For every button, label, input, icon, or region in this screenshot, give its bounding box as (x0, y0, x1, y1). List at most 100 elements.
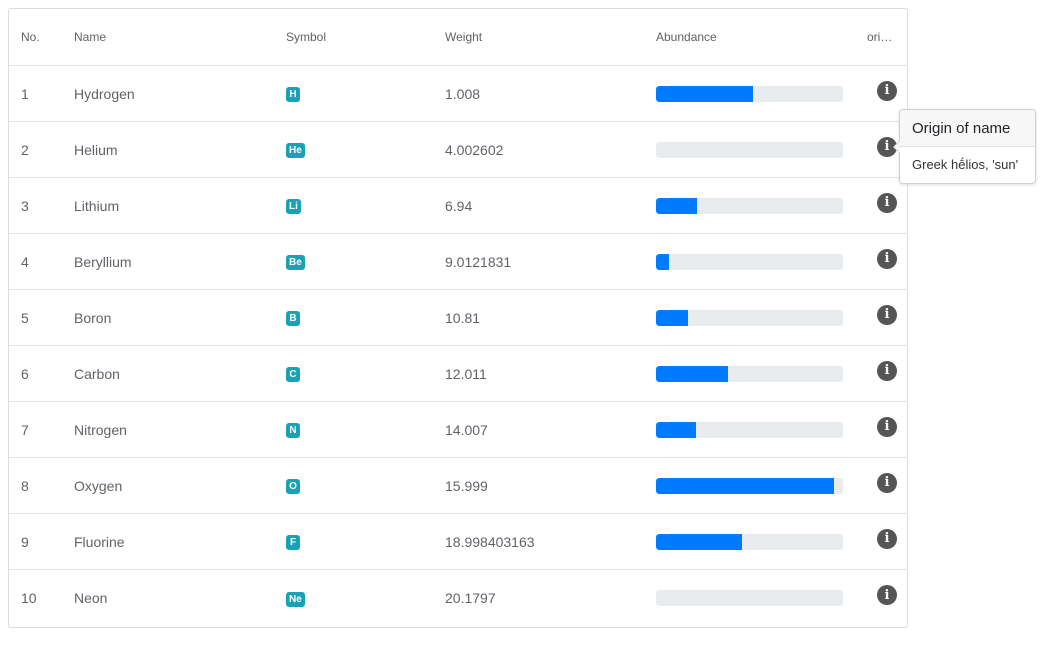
abundance-bar (656, 590, 843, 606)
table-body: 1 Hydrogen H 1.008 i 2 Helium He 4.002602 i 3 Lithi… (9, 66, 907, 626)
row-origin-cell: i (867, 234, 903, 289)
header-weight[interactable]: Weight (445, 9, 645, 65)
row-no: 3 (21, 197, 29, 214)
row-weight: 20.1797 (445, 590, 496, 606)
row-symbol-cell: C (286, 346, 436, 401)
row-weight: 15.999 (445, 477, 488, 494)
row-symbol-cell: H (286, 66, 436, 121)
abundance-bar (656, 253, 843, 270)
origin-popover: Origin of name Greek hḗlios, 'sun' (893, 109, 1036, 184)
abundance-bar (656, 365, 843, 382)
row-no: 10 (21, 590, 37, 606)
abundance-bar (656, 309, 843, 326)
abundance-bar-fill (656, 85, 754, 102)
row-weight: 9.0121831 (445, 253, 512, 270)
row-name: Nitrogen (74, 421, 127, 438)
header-no[interactable]: No. (21, 9, 71, 65)
row-origin-cell: i (867, 346, 903, 401)
row-origin-cell: i (867, 570, 903, 626)
info-circle-icon[interactable]: i (877, 472, 897, 493)
row-no: 2 (21, 141, 29, 158)
row-symbol-cell: He (286, 122, 436, 177)
header-symbol[interactable]: Symbol (286, 9, 436, 65)
abundance-bar (656, 141, 843, 158)
table-header-row: No. Name Symbol Weight Abundance ori… (9, 9, 907, 66)
table-row: 2 Helium He 4.002602 i (9, 122, 907, 178)
row-abundance-cell (656, 234, 846, 289)
abundance-bar (656, 533, 843, 550)
row-name: Hydrogen (74, 85, 135, 102)
abundance-bar-fill (656, 533, 743, 550)
row-symbol-cell: Li (286, 178, 436, 233)
row-origin-cell: i (867, 402, 903, 457)
info-circle-icon[interactable]: i (877, 248, 897, 269)
table-row: 3 Lithium Li 6.94 i (9, 178, 907, 234)
row-name: Boron (74, 309, 112, 326)
table-row: 4 Beryllium Be 9.0121831 i (9, 234, 907, 290)
row-weight: 14.007 (445, 421, 488, 438)
row-abundance-cell (656, 402, 846, 457)
table-row: 9 Fluorine F 18.998403163 i (9, 514, 907, 570)
row-name: Beryllium (74, 253, 132, 270)
info-circle-icon[interactable]: i (877, 192, 897, 213)
symbol-badge: H (286, 87, 300, 102)
row-no: 7 (21, 421, 29, 438)
row-origin-cell: i (867, 290, 903, 345)
abundance-bar-fill (656, 197, 698, 214)
abundance-bar-fill (656, 365, 728, 382)
popover-body: Greek hḗlios, 'sun' (912, 157, 1019, 172)
row-symbol-cell: F (286, 514, 436, 569)
popover-title: Origin of name (900, 110, 1035, 147)
symbol-badge: O (286, 479, 300, 494)
header-origin[interactable]: ori… (867, 9, 903, 65)
abundance-bar (656, 197, 843, 214)
row-name: Lithium (74, 197, 120, 214)
info-circle-icon[interactable]: i (877, 360, 897, 381)
row-no: 9 (21, 533, 29, 550)
info-circle-icon[interactable]: i (877, 585, 897, 605)
row-no: 5 (21, 309, 29, 326)
info-circle-icon[interactable]: i (877, 528, 897, 549)
row-weight: 10.81 (445, 309, 481, 326)
row-abundance-cell (656, 66, 846, 121)
row-symbol-cell: N (286, 402, 436, 457)
info-circle-icon[interactable]: i (877, 416, 897, 437)
row-abundance-cell (656, 122, 846, 177)
abundance-bar (656, 477, 843, 494)
abundance-bar-fill (656, 421, 697, 438)
table-row: 1 Hydrogen H 1.008 i (9, 66, 907, 122)
table-row: 5 Boron B 10.81 i (9, 290, 907, 346)
header-abundance[interactable]: Abundance (656, 9, 846, 65)
row-weight: 4.002602 (445, 141, 504, 158)
row-no: 8 (21, 477, 29, 494)
symbol-badge: Ne (286, 591, 305, 607)
row-symbol-cell: B (286, 290, 436, 345)
row-weight: 1.008 (445, 85, 481, 102)
info-circle-icon[interactable]: i (877, 304, 897, 325)
abundance-bar (656, 421, 843, 438)
row-name: Carbon (74, 365, 120, 382)
symbol-badge: B (286, 311, 300, 326)
row-no: 1 (21, 85, 29, 102)
elements-table: No. Name Symbol Weight Abundance ori… 1 H… (8, 8, 908, 628)
abundance-bar-fill (656, 253, 670, 270)
row-origin-cell: i (867, 66, 903, 121)
row-abundance-cell (656, 290, 846, 345)
row-abundance-cell (656, 514, 846, 569)
row-weight: 6.94 (445, 197, 473, 214)
header-name[interactable]: Name (74, 9, 274, 65)
row-name: Fluorine (74, 533, 125, 550)
symbol-badge: He (286, 143, 305, 158)
row-name: Oxygen (74, 477, 123, 494)
table-row: 10 Neon Ne 20.1797 i (9, 570, 907, 626)
row-no: 6 (21, 365, 29, 382)
symbol-badge: Li (286, 199, 301, 214)
row-abundance-cell (656, 178, 846, 233)
table-row: 6 Carbon C 12.011 i (9, 346, 907, 402)
row-origin-cell: i (867, 458, 903, 513)
info-circle-icon[interactable]: i (877, 80, 897, 101)
row-weight: 18.998403163 (445, 533, 535, 550)
row-origin-cell: i (867, 178, 903, 233)
row-no: 4 (21, 253, 29, 270)
symbol-badge: N (286, 423, 300, 438)
